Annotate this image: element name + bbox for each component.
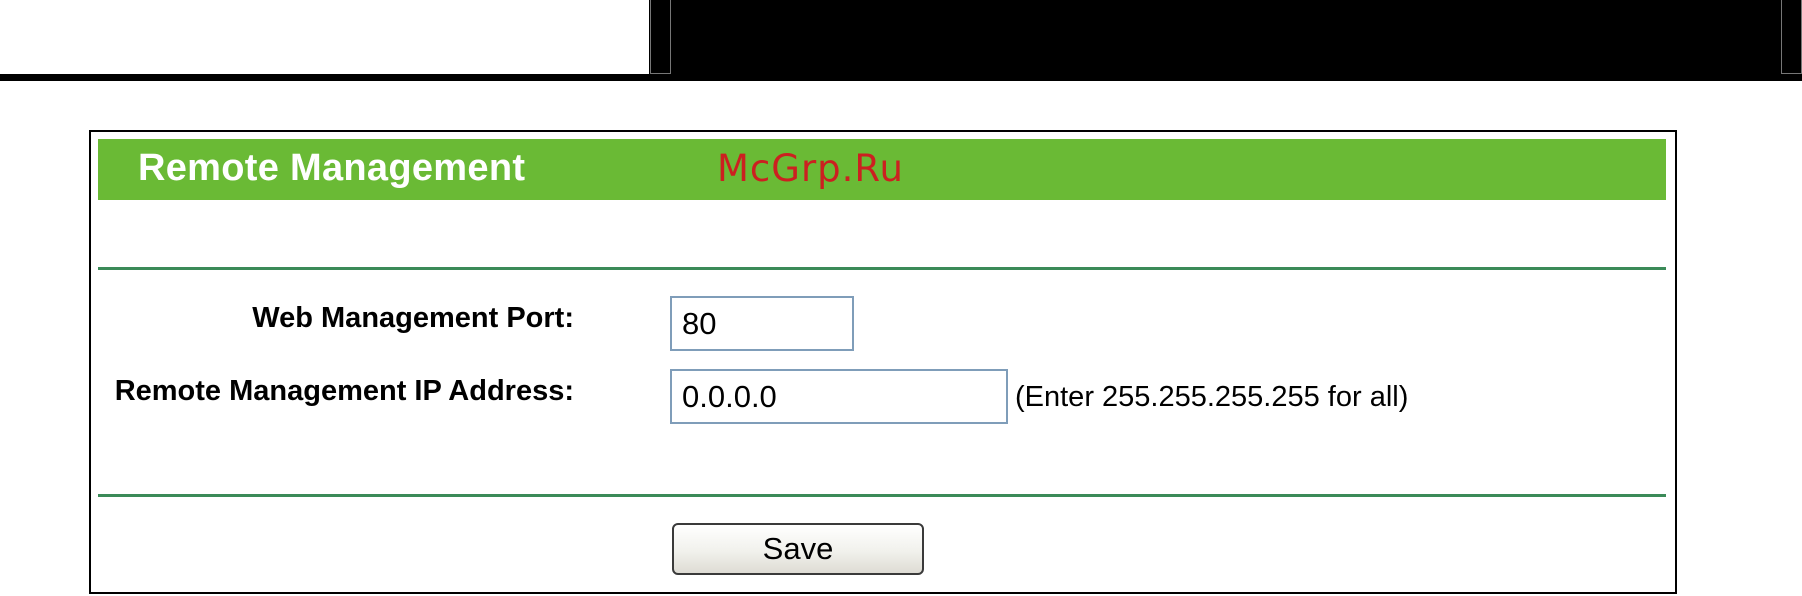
top-banner-right [649, 0, 1802, 80]
save-button[interactable]: Save [672, 523, 924, 575]
divider-bottom [98, 494, 1666, 497]
top-banner-right-edge [1781, 0, 1802, 74]
remote-management-ip-label: Remote Management IP Address: [114, 375, 574, 407]
watermark-text: McGrp.Ru [717, 147, 904, 190]
top-banner-left [0, 0, 648, 74]
page-title: Remote Management [138, 147, 526, 189]
top-banner-left-edge [650, 0, 671, 74]
web-management-port-input[interactable] [670, 296, 854, 351]
top-banner-rule [0, 74, 1802, 81]
remote-management-ip-input[interactable] [670, 369, 1008, 424]
divider-top [98, 267, 1666, 270]
web-management-port-label: Web Management Port: [252, 302, 574, 334]
remote-management-panel: Remote Management Web Management Port: R… [89, 130, 1677, 594]
top-banner [0, 0, 1802, 82]
ip-hint-text: (Enter 255.255.255.255 for all) [1015, 381, 1409, 413]
